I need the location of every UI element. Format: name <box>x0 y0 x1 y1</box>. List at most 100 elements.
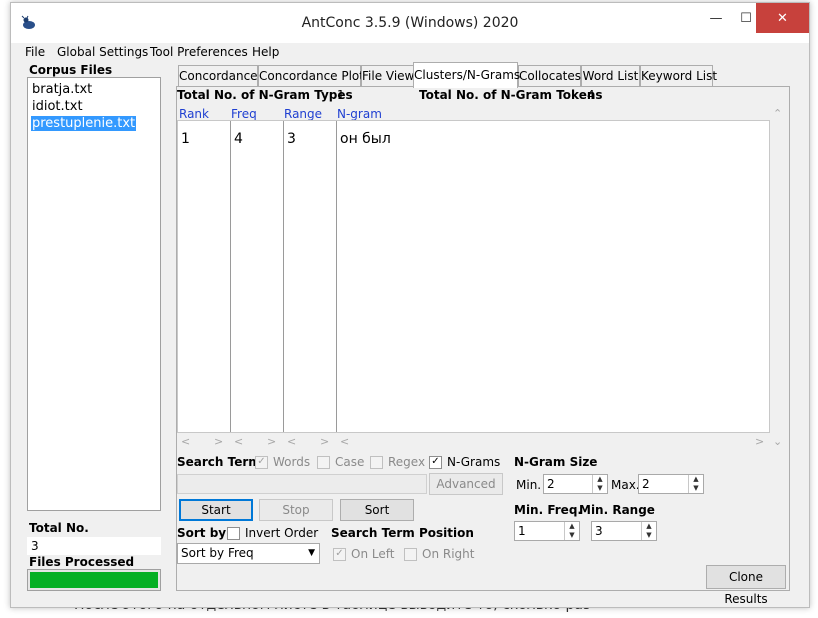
invert-order-label: Invert Order <box>245 526 319 540</box>
window-title: AntConc 3.5.9 (Windows) 2020 <box>301 15 519 31</box>
corpus-file-item[interactable]: bratja.txt <box>31 82 93 97</box>
min-freq-spin[interactable]: ▲ ▼ <box>564 522 579 540</box>
on-right-label: On Right <box>422 547 475 561</box>
search-term-position-label: Search Term Position <box>331 526 474 540</box>
start-button[interactable]: Start <box>179 499 253 521</box>
column-header-rank[interactable]: Rank <box>179 107 209 121</box>
on-left-checkbox[interactable]: ✓ <box>333 547 346 561</box>
corpus-file-list[interactable]: bratja.txt idiot.txt prestuplenie.txt <box>27 77 161 511</box>
sort-by-selected: Sort by Freq <box>181 546 254 560</box>
tab-keyword-list[interactable]: Keyword List <box>640 65 717 87</box>
ngram-max-spin[interactable]: ▲ ▼ <box>688 475 703 493</box>
regex-label: Regex <box>388 455 426 469</box>
total-files-label: Total No. <box>29 521 89 535</box>
scroll-up-arrow-icon[interactable]: ⌃ <box>773 107 782 120</box>
on-right-option[interactable]: On Right <box>404 547 474 561</box>
ngram-tokens-label: Total No. of N-Gram Tokens <box>419 88 603 102</box>
scroll-right-icon[interactable]: > <box>214 435 223 448</box>
clone-results-button[interactable]: Clone Results <box>706 565 786 606</box>
app-window: AntConc 3.5.9 (Windows) 2020 — ☐ ✕ File … <box>10 2 810 608</box>
regex-option[interactable]: Regex <box>370 455 425 469</box>
tab-word-list[interactable]: Word List <box>581 65 640 87</box>
menu-tool-preferences[interactable]: Tool Preferences <box>146 45 252 59</box>
advanced-button[interactable]: Advanced <box>429 473 503 495</box>
on-right-checkbox[interactable] <box>404 547 417 561</box>
scroll-left-icon[interactable]: < <box>181 435 190 448</box>
results-table[interactable]: 1 4 3 он был <box>177 120 770 433</box>
on-left-option[interactable]: ✓ On Left <box>333 547 394 561</box>
corpus-file-item[interactable]: idiot.txt <box>31 99 84 114</box>
case-label: Case <box>335 455 365 469</box>
menu-global-settings[interactable]: Global Settings <box>53 45 152 59</box>
cell-range[interactable]: 3 <box>287 131 296 147</box>
menu-help[interactable]: Help <box>248 45 283 59</box>
search-term-label: Search Term <box>177 455 261 469</box>
stop-button[interactable]: Stop <box>259 499 333 521</box>
ngram-max-stepper[interactable]: 2 ▲ ▼ <box>638 474 704 494</box>
ngrams-checkbox[interactable]: ✓ <box>429 455 442 469</box>
invert-order-option[interactable]: Invert Order <box>227 526 318 540</box>
ngram-types-value: 1 <box>337 88 345 102</box>
sort-by-label: Sort by <box>177 526 227 540</box>
min-range-spin[interactable]: ▲ ▼ <box>641 522 656 540</box>
min-range-label: Min. Range <box>579 503 655 517</box>
ngram-tokens-value: 4 <box>587 88 595 102</box>
scroll-left-icon[interactable]: < <box>234 435 243 448</box>
cell-ngram[interactable]: он был <box>340 131 391 147</box>
ngrams-option[interactable]: ✓ N-Grams <box>429 455 500 469</box>
column-header-range[interactable]: Range <box>284 107 322 121</box>
cell-rank[interactable]: 1 <box>181 131 190 147</box>
tab-concordance[interactable]: Concordance <box>178 65 258 87</box>
column-header-freq[interactable]: Freq <box>231 107 257 121</box>
ngram-min-label: Min. <box>516 478 542 492</box>
scroll-left-icon[interactable]: < <box>340 435 349 448</box>
menu-file[interactable]: File <box>21 45 49 59</box>
cell-freq[interactable]: 4 <box>234 131 243 147</box>
scroll-right-icon[interactable]: > <box>755 435 764 448</box>
sort-by-select[interactable]: Sort by Freq ▼ <box>177 543 320 564</box>
words-checkbox[interactable]: ✓ <box>255 455 268 469</box>
corpus-files-label: Corpus Files <box>29 63 113 77</box>
chevron-down-icon: ▼ <box>308 548 315 558</box>
regex-checkbox[interactable] <box>370 455 383 469</box>
scroll-left-icon[interactable]: < <box>287 435 296 448</box>
min-range-value: 3 <box>595 524 603 538</box>
vertical-scrollbar[interactable]: ⌃ ⌄ <box>770 107 786 451</box>
horizontal-scrollbars[interactable]: < > < > < > < > <box>177 434 770 451</box>
sort-button[interactable]: Sort <box>340 499 414 521</box>
ngrams-label: N-Grams <box>447 455 501 469</box>
tab-concordance-plot[interactable]: Concordance Plot <box>258 65 364 87</box>
tab-file-view[interactable]: File View <box>361 65 414 87</box>
close-button[interactable]: ✕ <box>756 3 809 33</box>
scroll-right-icon[interactable]: > <box>320 435 329 448</box>
tab-collocates[interactable]: Collocates <box>518 65 581 87</box>
search-term-input[interactable] <box>177 474 427 494</box>
ngram-min-spin[interactable]: ▲ ▼ <box>592 475 607 493</box>
column-divider <box>230 121 231 432</box>
on-left-label: On Left <box>351 547 395 561</box>
corpus-file-item-selected[interactable]: prestuplenie.txt <box>31 116 137 131</box>
case-option[interactable]: Case <box>317 455 364 469</box>
files-processed-progress-bar <box>27 569 161 591</box>
words-option[interactable]: ✓ Words <box>255 455 310 469</box>
total-files-value: 3 <box>27 537 161 555</box>
column-header-ngram[interactable]: N-gram <box>337 107 382 121</box>
ngram-min-stepper[interactable]: 2 ▲ ▼ <box>543 474 608 494</box>
tab-clusters-ngrams[interactable]: Clusters/N-Grams <box>413 62 520 88</box>
progress-fill <box>30 572 158 588</box>
min-freq-label: Min. Freq. <box>514 503 582 517</box>
menu-bar: File Global Settings Tool Preferences He… <box>11 43 809 63</box>
scroll-right-icon[interactable]: > <box>267 435 276 448</box>
title-bar: AntConc 3.5.9 (Windows) 2020 — ☐ ✕ <box>11 3 809 43</box>
scroll-down-arrow-icon[interactable]: ⌄ <box>773 435 782 448</box>
ngram-size-label: N-Gram Size <box>514 455 598 469</box>
ngram-types-label: Total No. of N-Gram Types <box>177 88 353 102</box>
column-divider <box>336 121 337 432</box>
files-processed-label: Files Processed <box>29 555 135 569</box>
case-checkbox[interactable] <box>317 455 330 469</box>
min-freq-stepper[interactable]: 1 ▲ ▼ <box>514 521 580 541</box>
invert-order-checkbox[interactable] <box>227 526 240 540</box>
min-range-stepper[interactable]: 3 ▲ ▼ <box>591 521 657 541</box>
column-divider <box>283 121 284 432</box>
min-freq-value: 1 <box>518 524 526 538</box>
